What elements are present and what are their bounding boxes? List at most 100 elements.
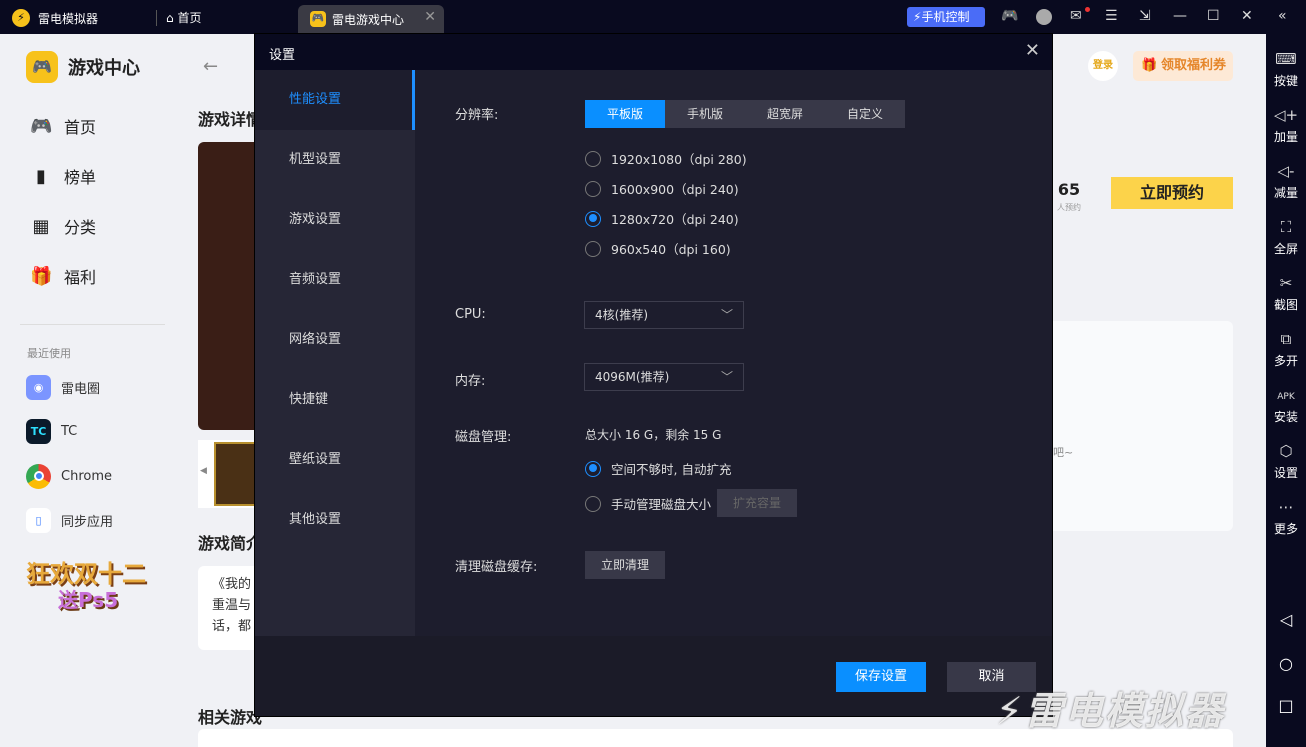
tab-tablet[interactable]: 平板版 xyxy=(585,100,665,128)
cache-label: 清理磁盘缓存: xyxy=(455,560,538,575)
expand-capacity-button[interactable]: 扩充容量 xyxy=(717,489,797,517)
menu-icon[interactable]: ☰ xyxy=(1105,8,1118,24)
close-icon[interactable]: ✕ xyxy=(1241,8,1253,24)
notification-dot xyxy=(1085,7,1090,12)
close-icon[interactable]: ✕ xyxy=(1025,40,1040,61)
toolbar-screenshot[interactable]: ✂ 截图 xyxy=(1266,274,1306,313)
menu-other[interactable]: 其他设置 xyxy=(255,490,415,550)
toolbar-keymap[interactable]: ⌨ 按键 xyxy=(1266,50,1306,89)
reserve-button[interactable]: 立即预约 xyxy=(1111,177,1233,209)
disk-auto-option[interactable]: 空间不够时, 自动扩充 xyxy=(585,459,731,478)
tab-game-center[interactable]: 🎮 雷电游戏中心 ✕ xyxy=(298,5,444,34)
toolbar-settings[interactable]: ⬡ 设置 xyxy=(1266,442,1306,481)
avatar-icon[interactable] xyxy=(1036,9,1052,25)
home-icon: ⌂ xyxy=(166,11,178,25)
maximize-icon[interactable]: ☐ xyxy=(1207,8,1220,24)
menu-performance[interactable]: 性能设置 xyxy=(255,70,415,130)
detail-header: 游戏详情 xyxy=(198,110,263,129)
resize-icon[interactable]: ⇲ xyxy=(1139,8,1151,24)
gamepad-icon: 🎮 xyxy=(310,11,326,27)
tab-custom[interactable]: 自定义 xyxy=(825,100,905,128)
gamepad-logo-icon: 🎮 xyxy=(26,51,58,83)
toolbar-volume-up[interactable]: ◁+ 加量 xyxy=(1266,106,1306,145)
resolution-option[interactable]: 1600x900（dpi 240) xyxy=(585,179,739,198)
reserve-count-value: 65 xyxy=(1057,180,1081,199)
option-label: 手动管理磁盘大小 xyxy=(611,497,712,512)
toolbar-more[interactable]: ⋯ 更多 xyxy=(1266,498,1306,537)
settings-dialog: 设置 ✕ 性能设置 机型设置 游戏设置 音频设置 网络设置 快捷键 壁纸设置 其他… xyxy=(254,33,1053,717)
nav-ranking[interactable]: ▮ 榜单 xyxy=(30,164,96,188)
chevron-down-icon: ﹀ xyxy=(720,370,733,384)
multi-instance-icon: ⧉ xyxy=(1280,330,1292,348)
carousel-prev-icon[interactable]: ◀ xyxy=(200,466,207,476)
close-tab-icon[interactable]: ✕ xyxy=(424,9,436,25)
resolution-option[interactable]: 960x540（dpi 160) xyxy=(585,239,731,258)
recent-app[interactable]: ▯ 同步应用 xyxy=(26,508,113,533)
toolbar-volume-down[interactable]: ◁- 减量 xyxy=(1266,162,1306,201)
radio-icon xyxy=(585,150,601,167)
recents-icon[interactable]: □ xyxy=(1266,696,1306,715)
gamepad-icon: 🎮 xyxy=(30,115,53,137)
save-settings-button[interactable]: 保存设置 xyxy=(836,662,926,692)
title-bar: ⚡ 雷电模拟器 ⌂ 首页 🎮 雷电游戏中心 ✕ ⚡手机控制 🎮 ✉ ☰ ⇲ — … xyxy=(0,0,1306,34)
memory-select[interactable]: 4096M(推荐) ﹀ xyxy=(584,363,744,391)
recent-label: 同步应用 xyxy=(61,515,114,530)
menu-network[interactable]: 网络设置 xyxy=(255,310,415,370)
right-toolbar: ⌨ 按键 ◁+ 加量 ◁- 减量 ⛶ 全屏 ✂ 截图 ⧉ 多开 APK 安装 ⬡ 设置 ⋯ 更多 … xyxy=(1266,34,1306,747)
brand-title: 游戏中心 xyxy=(68,58,140,79)
collapse-sidebar-icon[interactable]: « xyxy=(1278,8,1287,24)
chevron-down-icon: ﹀ xyxy=(720,308,733,322)
resolution-option-selected[interactable]: 1280x720（dpi 240) xyxy=(585,209,739,228)
back-icon[interactable]: ◁ xyxy=(1266,610,1306,629)
minimize-icon[interactable]: — xyxy=(1173,8,1187,24)
mail-icon[interactable]: ✉ xyxy=(1070,8,1082,24)
watermark-text: 雷电模拟器 xyxy=(1024,689,1225,733)
tab-ultrawide[interactable]: 超宽屏 xyxy=(745,100,825,128)
recent-label: TC xyxy=(61,424,78,439)
disk-info: 总大小 16 G，剩余 15 G xyxy=(585,428,722,442)
menu-shortcuts[interactable]: 快捷键 xyxy=(255,370,415,430)
phone-control-button[interactable]: ⚡手机控制 xyxy=(907,7,985,27)
resolution-option[interactable]: 1920x1080（dpi 280) xyxy=(585,149,747,168)
nav-category[interactable]: ▦ 分类 xyxy=(30,214,96,238)
toolbar-install[interactable]: APK 安装 xyxy=(1266,386,1306,425)
toolbar-multi[interactable]: ⧉ 多开 xyxy=(1266,330,1306,369)
ldplayer-logo-icon: ⚡ xyxy=(12,9,30,27)
recent-label: 雷电圈 xyxy=(61,382,101,397)
coupon-label: 领取福利券 xyxy=(1161,58,1227,73)
nav-home[interactable]: 🎮 首页 xyxy=(30,114,96,138)
recent-app[interactable]: ◉ 雷电圈 xyxy=(26,375,100,400)
phone-control-label: 手机控制 xyxy=(921,10,970,24)
promo-banner-sub[interactable]: 送Ps5 xyxy=(58,584,118,613)
disk-manual-option[interactable]: 手动管理磁盘大小 xyxy=(585,494,711,513)
option-label: 1920x1080（dpi 280) xyxy=(611,152,747,167)
chrome-icon xyxy=(26,464,51,489)
recent-app[interactable]: TC TC xyxy=(26,419,77,444)
tab-home[interactable]: ⌂ 首页 xyxy=(166,9,201,26)
gamepad-icon[interactable]: 🎮 xyxy=(1001,8,1018,24)
recent-app[interactable]: Chrome xyxy=(26,464,112,489)
tab-phone[interactable]: 手机版 xyxy=(665,100,745,128)
apk-install-icon: APK xyxy=(1277,392,1295,402)
nav-label: 福利 xyxy=(64,268,97,287)
menu-game[interactable]: 游戏设置 xyxy=(255,190,415,250)
menu-wallpaper[interactable]: 壁纸设置 xyxy=(255,430,415,490)
toolbar-label: 多开 xyxy=(1273,354,1298,368)
more-icon: ⋯ xyxy=(1278,498,1294,516)
home-circle-icon[interactable]: ○ xyxy=(1266,654,1306,673)
coupon-button[interactable]: 🎁 领取福利券 xyxy=(1133,51,1233,81)
scissors-icon: ✂ xyxy=(1279,274,1293,292)
clean-now-button[interactable]: 立即清理 xyxy=(585,551,665,579)
keyboard-icon: ⌨ xyxy=(1275,50,1297,68)
menu-device-model[interactable]: 机型设置 xyxy=(255,130,415,190)
toolbar-label: 设置 xyxy=(1273,466,1298,480)
login-button[interactable]: 登录 xyxy=(1088,51,1118,81)
back-arrow-icon[interactable]: ← xyxy=(203,56,218,77)
toolbar-label: 按键 xyxy=(1273,74,1298,88)
toolbar-fullscreen[interactable]: ⛶ 全屏 xyxy=(1266,218,1306,257)
volume-down-icon: ◁- xyxy=(1277,162,1295,180)
menu-audio[interactable]: 音频设置 xyxy=(255,250,415,310)
cpu-select[interactable]: 4核(推荐) ﹀ xyxy=(584,301,744,329)
settings-icon: ⬡ xyxy=(1279,442,1293,460)
nav-welfare[interactable]: 🎁 福利 xyxy=(30,264,96,288)
